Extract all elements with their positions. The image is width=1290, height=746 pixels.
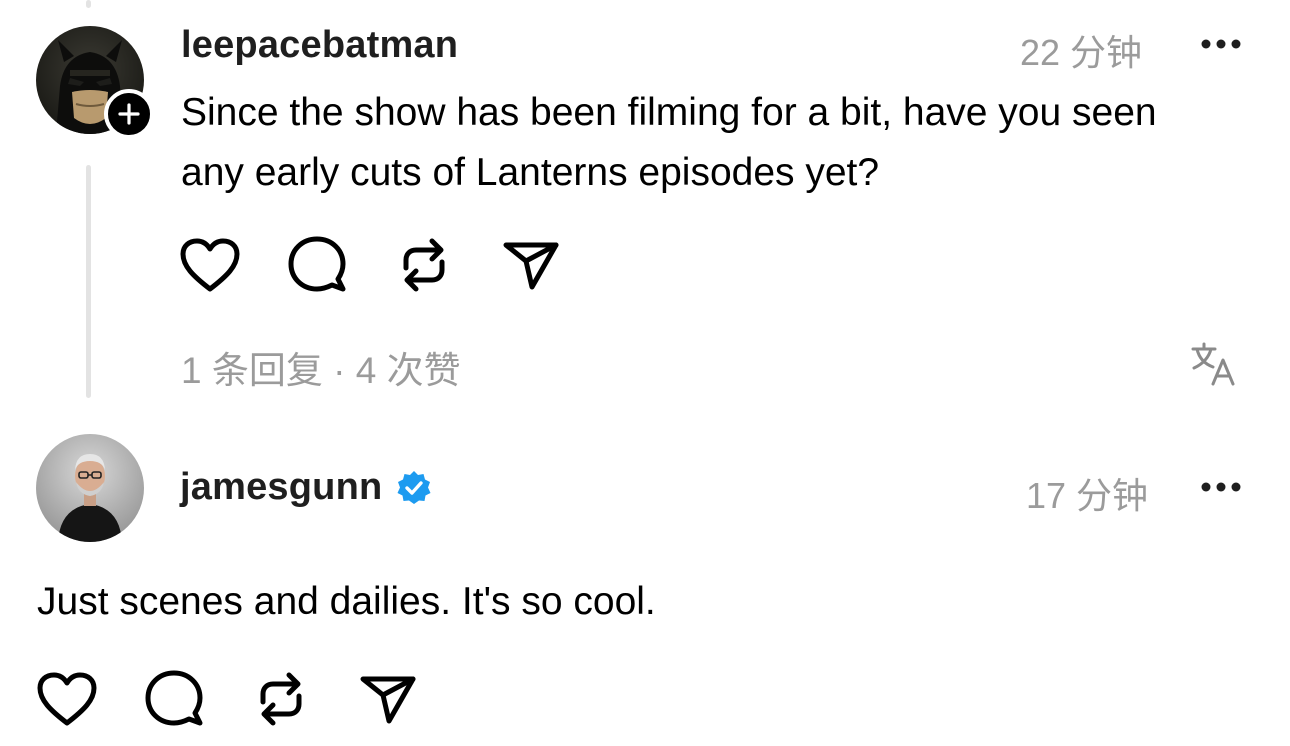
comment-icon (145, 670, 203, 726)
action-bar (179, 234, 607, 296)
username-row: jamesgunn (180, 466, 432, 509)
post-text: Since the show has been filming for a bi… (181, 91, 1157, 194)
follow-button[interactable] (104, 89, 154, 139)
heart-icon (37, 672, 97, 726)
thread-line-top (86, 0, 91, 8)
share-icon (360, 676, 416, 724)
repost-icon (403, 238, 445, 292)
reply-button[interactable] (143, 668, 205, 730)
share-button[interactable] (500, 234, 562, 296)
like-button[interactable] (36, 668, 98, 730)
verified-badge-icon (397, 470, 431, 504)
action-bar (36, 668, 464, 730)
post-text: Just scenes and dailies. It's so cool. (37, 580, 656, 623)
heart-icon (180, 238, 240, 292)
repost-button[interactable] (393, 234, 455, 296)
reply-button[interactable] (286, 234, 348, 296)
follow-plus-icon (118, 103, 140, 125)
repost-button[interactable] (250, 668, 312, 730)
user-avatar[interactable] (36, 434, 144, 542)
translate-icon[interactable] (1189, 340, 1237, 388)
more-icon (1201, 482, 1241, 492)
share-icon (503, 242, 559, 290)
username[interactable]: jamesgunn (180, 466, 382, 509)
more-button[interactable] (1197, 32, 1245, 56)
more-button[interactable] (1197, 475, 1245, 499)
repost-icon (260, 672, 302, 726)
share-button[interactable] (357, 668, 419, 730)
comment-icon (288, 236, 346, 292)
like-button[interactable] (179, 234, 241, 296)
username[interactable]: leepacebatman (181, 24, 458, 67)
more-icon (1201, 39, 1241, 49)
timestamp: 17 分钟 (1026, 475, 1149, 516)
reply-like-stats[interactable]: 1 条回复 · 4 次赞 (181, 340, 461, 394)
thread-line (86, 165, 91, 398)
timestamp: 22 分钟 (1020, 32, 1143, 73)
